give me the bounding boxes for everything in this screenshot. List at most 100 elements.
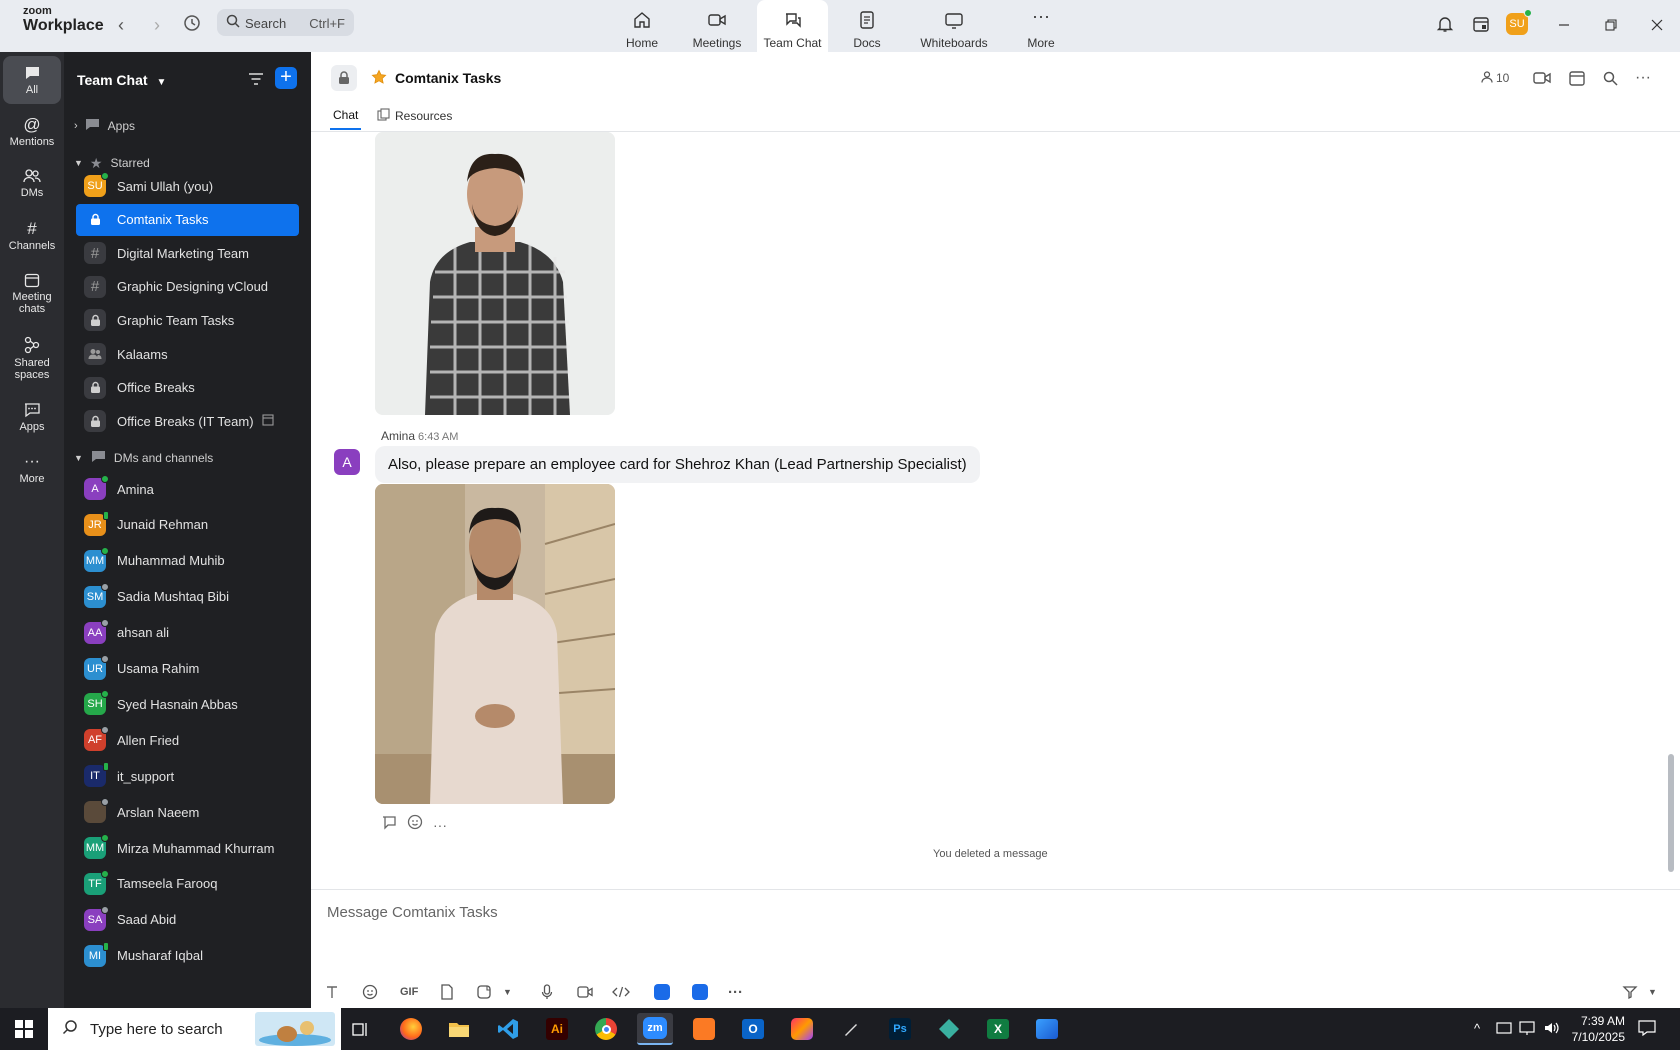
sidebar-item-graphic-team-tasks[interactable]: Graphic Team Tasks — [76, 304, 299, 336]
sidebar-item-sami-ullah-you[interactable]: SU Sami Ullah (you) — [76, 170, 299, 202]
more-tools-icon[interactable]: ··· — [728, 982, 743, 1002]
rail-dms[interactable]: DMs — [3, 168, 61, 199]
task-view-icon[interactable] — [342, 1013, 378, 1045]
user-avatar[interactable]: SU — [1506, 9, 1532, 35]
tab-more[interactable]: ··· More — [1024, 0, 1058, 52]
sidebar-item-musharaf-iqbal[interactable]: MI Musharaf Iqbal — [76, 940, 299, 972]
screenshot-options-chevron-icon[interactable]: ▼ — [503, 982, 512, 1002]
gif-button[interactable]: GIF — [400, 982, 418, 1002]
paint-icon[interactable] — [1029, 1013, 1065, 1045]
history-icon[interactable] — [181, 14, 203, 36]
sidebar-item-kalaams[interactable]: Kalaams — [76, 338, 299, 370]
calendar-icon[interactable] — [1470, 13, 1492, 35]
sender-avatar[interactable]: A — [334, 449, 360, 475]
tab-meetings[interactable]: Meetings — [690, 0, 744, 52]
tab-docs[interactable]: Docs — [850, 0, 884, 52]
chrome-icon[interactable] — [588, 1013, 624, 1045]
volume-icon[interactable] — [1543, 1020, 1561, 1041]
emoji-icon[interactable] — [362, 982, 378, 1002]
windows-start-icon[interactable] — [15, 1020, 33, 1043]
taskbar-search[interactable]: Type here to search — [48, 1008, 341, 1050]
back-icon[interactable]: ‹ — [110, 14, 132, 36]
sidebar-item-comtanix-tasks[interactable]: Comtanix Tasks — [76, 203, 299, 236]
app-diamond-icon[interactable] — [931, 1013, 967, 1045]
close-icon[interactable] — [1645, 13, 1669, 37]
rail-shared-spaces[interactable]: Shared spaces — [3, 336, 61, 381]
creative-cloud-icon[interactable] — [784, 1013, 820, 1045]
rail-apps[interactable]: Apps — [3, 402, 61, 433]
sidebar-item-sadia-mushtaq-bibi[interactable]: SM Sadia Mushtaq Bibi — [76, 581, 299, 613]
sidebar-item-junaid-rehman[interactable]: JR Junaid Rehman — [76, 509, 299, 541]
tab-team-chat[interactable]: Team Chat — [757, 0, 828, 52]
message-input[interactable] — [327, 900, 1627, 924]
illustrator-icon[interactable]: Ai — [539, 1013, 575, 1045]
reply-icon[interactable] — [381, 814, 397, 835]
sidebar-item-graphic-designing-vcloud[interactable]: # Graphic Designing vCloud — [76, 271, 299, 303]
screenshot-icon[interactable] — [476, 982, 492, 1002]
notification-center-icon[interactable] — [1638, 1020, 1656, 1041]
network-icon[interactable] — [1519, 1020, 1537, 1041]
sidebar-item-office-breaks[interactable]: Office Breaks — [76, 372, 299, 404]
send-chevron-icon[interactable]: ▼ — [1648, 982, 1657, 1002]
sidebar-item-digital-marketing-team[interactable]: # Digital Marketing Team — [76, 237, 299, 269]
search-box[interactable]: Search Ctrl+F — [217, 9, 354, 36]
star-favorite-icon[interactable] — [371, 69, 387, 90]
tab-home[interactable]: Home — [620, 0, 664, 52]
more-actions-icon[interactable]: ··· — [433, 817, 447, 833]
sidebar-item-saad-abid[interactable]: SA Saad Abid — [76, 904, 299, 936]
send-options-icon[interactable] — [1622, 982, 1638, 1002]
sidebar-item-tamseela-farooq[interactable]: TF Tamseela Farooq — [76, 868, 299, 900]
sidebar-item-allen-fried[interactable]: AF Allen Fried — [76, 724, 299, 756]
excel-icon[interactable]: X — [980, 1013, 1016, 1045]
sidebar-title[interactable]: Team Chat ▼ — [77, 72, 166, 88]
members-button[interactable]: 10 — [1481, 68, 1509, 88]
section-apps[interactable]: › Apps — [74, 116, 135, 136]
emoji-reaction-icon[interactable] — [407, 814, 423, 835]
photoshop-icon[interactable]: Ps — [882, 1013, 918, 1045]
inkscape-icon[interactable] — [833, 1013, 869, 1045]
rail-all[interactable]: All — [3, 56, 61, 104]
chat-scrollbar[interactable] — [1668, 754, 1674, 872]
bell-icon[interactable] — [1434, 13, 1456, 35]
system-clock[interactable]: 7:39 AM 7/10/2025 — [1569, 1013, 1625, 1045]
forward-icon[interactable]: › — [146, 14, 168, 36]
minimize-icon[interactable] — [1552, 13, 1576, 37]
channel-title[interactable]: Comtanix Tasks — [395, 70, 501, 86]
schedule-icon[interactable] — [1569, 68, 1585, 88]
file-explorer-icon[interactable] — [441, 1013, 477, 1045]
firefox-icon[interactable] — [393, 1013, 429, 1045]
xampp-icon[interactable] — [686, 1013, 722, 1045]
tab-whiteboards[interactable]: Whiteboards — [918, 0, 990, 52]
vscode-icon[interactable] — [490, 1013, 526, 1045]
filter-icon[interactable] — [248, 72, 264, 91]
outlook-icon[interactable]: O — [735, 1013, 771, 1045]
tab-resources[interactable]: Resources — [377, 108, 452, 124]
code-snippet-icon[interactable] — [612, 982, 630, 1002]
microphone-icon[interactable] — [541, 982, 553, 1002]
sidebar-item-muhammad-muhib[interactable]: MM Muhammad Muhib — [76, 545, 299, 577]
app-shortcut-icon[interactable] — [654, 982, 670, 1002]
sidebar-item-usama-rahim[interactable]: UR Usama Rahim — [76, 653, 299, 685]
sidebar-item-syed-hasnain-abbas[interactable]: SH Syed Hasnain Abbas — [76, 688, 299, 720]
shared-photo-2[interactable] — [375, 484, 615, 804]
sidebar-item-arslan-naeem[interactable]: Arslan Naeem — [76, 796, 299, 828]
sidebar-item-ahsan-ali[interactable]: AA ahsan ali — [76, 617, 299, 649]
rail-more[interactable]: ··· More — [3, 454, 61, 486]
video-message-icon[interactable] — [577, 982, 593, 1002]
sidebar-item-office-breaks-it-team[interactable]: Office Breaks (IT Team) — [76, 405, 299, 437]
tab-chat[interactable]: Chat — [329, 108, 362, 130]
video-call-icon[interactable] — [1533, 68, 1551, 88]
rail-meeting-chats[interactable]: Meeting chats — [3, 272, 61, 315]
sidebar-item-mirza-muhammad-khurram[interactable]: MM Mirza Muhammad Khurram — [76, 832, 299, 864]
new-chat-button[interactable]: + — [275, 67, 297, 89]
sidebar-item-it-support[interactable]: IT it_support — [76, 760, 299, 792]
section-dms[interactable]: ▼ DMs and channels — [74, 448, 213, 468]
restore-icon[interactable] — [1599, 13, 1623, 37]
zoom-app-icon[interactable] — [692, 982, 708, 1002]
zoom-taskbar-icon[interactable]: zm — [637, 1013, 673, 1045]
sidebar-item-amina[interactable]: A Amina — [76, 473, 299, 505]
shared-photo-1[interactable] — [375, 132, 615, 415]
chevron-up-icon[interactable]: ^ — [1474, 1021, 1480, 1036]
rail-channels[interactable]: # Channels — [3, 220, 61, 252]
tray-app-icon[interactable] — [1496, 1020, 1512, 1041]
